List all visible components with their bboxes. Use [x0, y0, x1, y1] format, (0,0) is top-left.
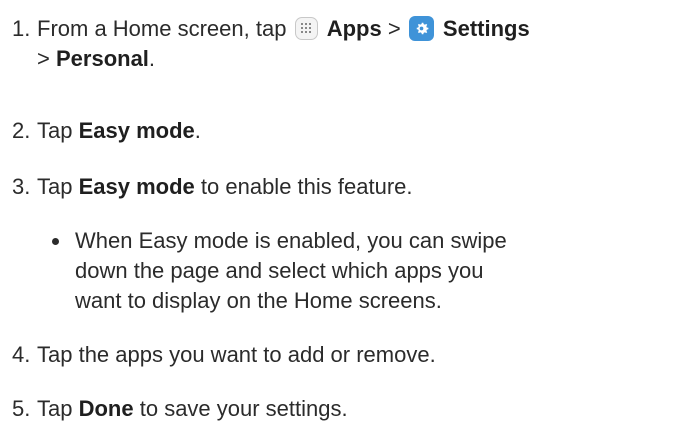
done-label: Done	[78, 396, 134, 421]
bullet-line-3: want to display on the Home screens.	[75, 288, 442, 313]
step-4-text: Tap the apps you want to add or remove.	[37, 342, 436, 367]
step-text: From a Home screen, tap Apps > Settings >…	[12, 16, 677, 74]
separator: >	[37, 46, 50, 71]
easy-mode-label: Easy mode	[78, 174, 195, 199]
period: .	[194, 118, 201, 143]
settings-label: Settings	[442, 16, 530, 41]
step-4: 4. Tap the apps you want to add or remove…	[12, 340, 677, 370]
bullet-note: When Easy mode is enabled, you can swipe…	[52, 226, 672, 316]
step-number: 5.	[12, 396, 31, 421]
apps-grid-icon	[294, 17, 318, 40]
bullet-line-1: When Easy mode is enabled, you can swipe	[75, 228, 507, 253]
bullet-dot	[52, 238, 59, 245]
step-2: 2. Tap Easy mode.	[12, 116, 677, 146]
period: .	[148, 46, 156, 71]
step-5: 5. Tap Done to save your settings.	[12, 394, 677, 424]
step-1: 1. From a Home screen, tap Apps > Setting…	[12, 14, 677, 74]
step-5-outro: to save your settings.	[139, 396, 348, 421]
step-3-outro: to enable this feature.	[200, 174, 413, 199]
gear-icon	[408, 16, 434, 41]
step-1-intro: From a Home screen, tap	[37, 16, 287, 41]
bullet-line-2: down the page and select which apps you	[75, 258, 484, 283]
personal-label: Personal	[55, 46, 149, 71]
step-number: 2.	[12, 118, 31, 143]
step-2-intro: Tap	[37, 118, 73, 143]
step-number: 1.	[12, 16, 31, 41]
apps-label: Apps	[326, 16, 382, 41]
easy-mode-label: Easy mode	[78, 118, 195, 143]
step-number: 4.	[12, 342, 31, 367]
step-number: 3.	[12, 174, 31, 199]
step-3: 3. Tap Easy mode to enable this feature.	[12, 172, 677, 202]
step-5-intro: Tap	[37, 396, 73, 421]
separator: >	[387, 16, 401, 41]
step-3-intro: Tap	[37, 174, 73, 199]
